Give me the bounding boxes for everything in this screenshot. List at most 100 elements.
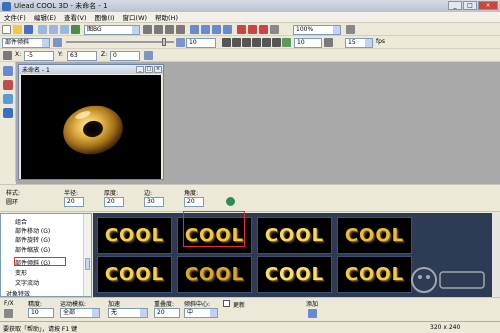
add-label: 添加 [306,301,319,308]
x-input[interactable]: -5 [24,50,54,61]
radius-input[interactable]: 20 [64,197,84,207]
preset-thumbnail[interactable]: COOL [337,217,412,254]
keyframe-icon[interactable] [53,37,62,47]
effect-style-select[interactable]: 部件倾斜 [2,37,50,48]
zoom-select[interactable]: 100% [293,24,341,35]
tree-item[interactable]: 变形 [15,268,27,277]
preset-thumbnail[interactable]: COOL [337,256,412,293]
frame-input[interactable]: 10 [186,37,216,48]
first-frame-icon[interactable] [222,37,231,47]
preset-thumbnail[interactable]: COOL [177,256,252,293]
fps-input[interactable]: 15 [345,37,373,48]
motion-select[interactable]: 全部 [60,308,100,318]
total-frames-input[interactable]: 10 [294,37,322,48]
accel-select[interactable]: 无 [108,308,148,318]
object-icon[interactable] [223,24,232,34]
sides-input[interactable]: 30 [144,197,164,207]
rotate-icon[interactable] [154,24,163,34]
tree-item[interactable]: 部件移动 (G) [15,226,50,235]
globe-tool-icon[interactable] [3,94,13,104]
zoom-icon[interactable] [270,24,279,34]
light-icon[interactable] [212,24,221,34]
tree-scroll-thumb[interactable] [85,258,90,270]
menu-help[interactable]: 帮助(H) [151,12,182,22]
gallery-scrollbar[interactable] [492,213,500,297]
doc-close-button[interactable]: × [154,66,162,73]
menu-edit[interactable]: 编辑(E) [30,12,60,22]
tree-item[interactable]: 部件缩放 (G) [15,245,50,254]
hand-icon[interactable] [143,24,152,34]
text-icon[interactable] [190,24,199,34]
timeline-slider[interactable] [66,38,174,46]
next-frame-icon[interactable] [262,37,271,47]
fit-icon[interactable] [346,24,355,34]
preset-thumbnail[interactable]: COOL [257,217,332,254]
open-folder-icon[interactable] [13,24,22,34]
frame-value: 10 [189,38,197,46]
text-tool-icon[interactable] [3,80,13,90]
accuracy-input[interactable]: 10 [28,308,54,318]
apply-icon[interactable] [226,197,235,206]
preset-thumbnail[interactable]: COOL [97,256,172,293]
object-properties-panel: 样式: 圆环 半径: 20 厚度: 20 边: 30 角度: 20 [0,184,500,212]
center-select[interactable]: 中 [184,308,218,318]
motion-value: 全部 [63,309,76,316]
fps-label: fps [376,38,386,45]
reset-icon[interactable] [144,50,153,60]
undo-icon[interactable] [71,24,80,34]
stop-icon[interactable] [252,37,261,47]
size-icon[interactable] [176,24,185,34]
frames-icon[interactable] [324,37,333,47]
select-tool-icon[interactable] [3,66,13,76]
prev-frame-icon[interactable] [232,37,241,47]
render-canvas[interactable] [21,75,161,179]
menu-file[interactable]: 文件(F) [0,12,30,22]
close-button[interactable]: × [478,1,498,10]
style-select[interactable]: 图BG [84,24,140,35]
minimize-button[interactable]: _ [448,1,462,10]
z-input[interactable]: 0 [110,50,140,61]
app-icon [2,1,11,11]
timeline-knob[interactable] [162,38,166,46]
menu-image[interactable]: 图像(I) [91,12,119,22]
angle-input[interactable]: 20 [184,197,204,207]
tree-root-item[interactable]: 对象特效 [6,289,30,296]
update-checkbox[interactable] [223,300,230,307]
menu-window[interactable]: 窗口(W) [119,12,152,22]
texture-icon[interactable] [259,24,268,34]
copy-icon[interactable] [49,24,58,34]
doc-minimize-button[interactable]: _ [136,66,144,73]
camera-tool-icon[interactable] [3,108,13,118]
play-icon[interactable] [242,37,251,47]
cut-icon[interactable] [38,24,47,34]
fx-icon[interactable] [4,309,13,318]
tree-item-selected[interactable]: 部件倾斜 (G) [15,258,50,267]
loop-icon[interactable] [282,37,291,47]
accel-label: 加速 [108,301,121,308]
maximize-button[interactable]: □ [463,1,477,10]
tree-item[interactable]: 文字流动 [15,278,39,287]
edit-text-icon[interactable] [201,24,210,34]
effect-icon[interactable] [248,24,257,34]
bevel-icon[interactable] [237,24,246,34]
overlap-input[interactable]: 20 [154,308,180,318]
window-title: Ulead COOL 3D - 未命名 - 1 [14,2,108,10]
save-icon[interactable] [24,24,33,34]
preset-thumbnail[interactable]: COOL [257,256,332,293]
thickness-input[interactable]: 20 [104,197,124,207]
paste-icon[interactable] [60,24,69,34]
move-icon[interactable] [165,24,174,34]
tree-scrollbar[interactable] [83,214,91,296]
tree-item[interactable]: 组合 [15,217,27,226]
y-input[interactable]: 63 [67,50,97,61]
tree-item[interactable]: 部件旋转 (G) [15,235,50,244]
add-button[interactable] [308,309,317,318]
center-label: 倾斜中心: [184,301,211,308]
add-key-icon[interactable] [176,37,185,47]
last-frame-icon[interactable] [272,37,281,47]
preset-thumbnail[interactable]: COOL [97,217,172,254]
y-value: 63 [70,51,78,59]
new-file-icon[interactable] [2,24,11,34]
doc-maximize-button[interactable]: □ [145,66,153,73]
menu-view[interactable]: 查看(V) [60,12,91,22]
